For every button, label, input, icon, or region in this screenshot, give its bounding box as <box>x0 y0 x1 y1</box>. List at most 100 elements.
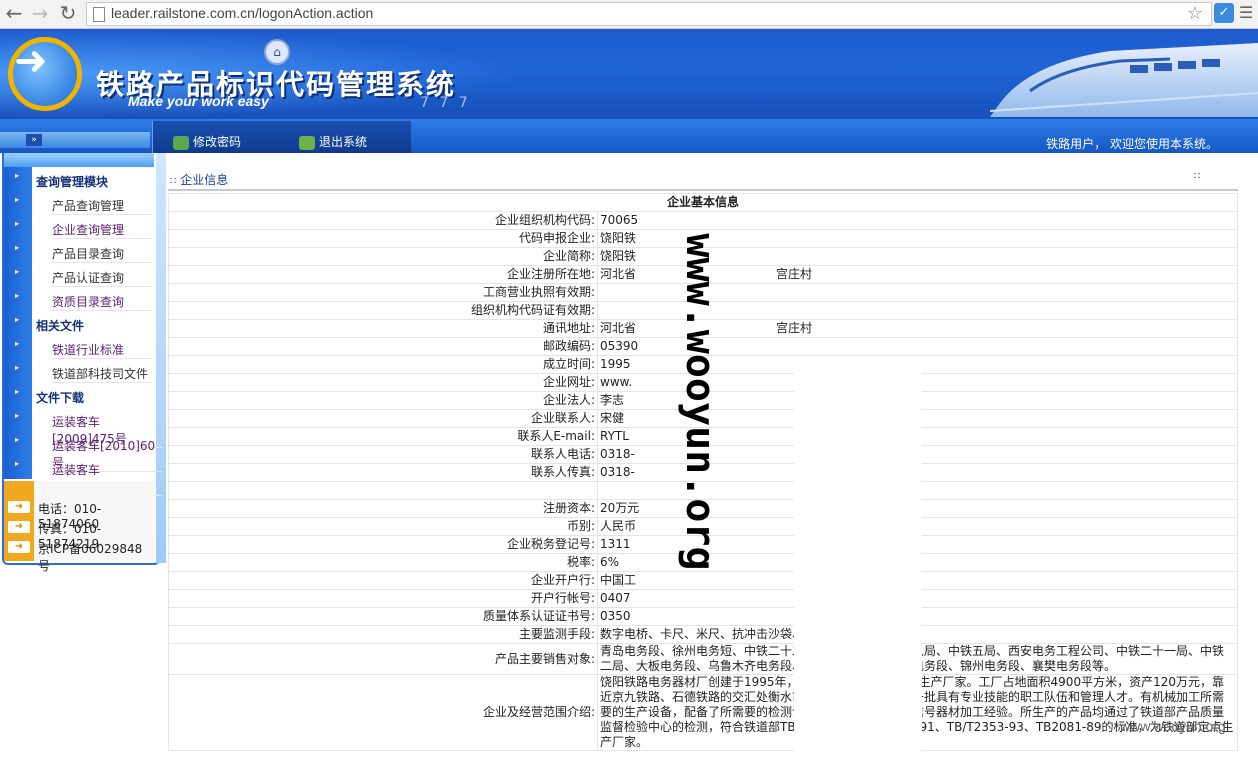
field-value-text: 宋健 <box>600 411 625 425</box>
bullet-icon: ▸ <box>15 363 20 372</box>
table-row: 主要监测手段: 数字电桥、卡尺、米尺、抗冲击沙袋、仪表、 <box>168 625 1238 644</box>
dots-icon: ∷ <box>170 176 177 187</box>
browser-menu-icon[interactable]: ☰ <box>1238 3 1254 23</box>
back-icon[interactable]: ← <box>2 2 26 24</box>
field-value-text: 宫庄村 <box>776 267 813 281</box>
logo-arrow-icon: ➜ <box>14 38 48 84</box>
field-label <box>168 481 598 500</box>
bullet-icon: ▸ <box>15 171 20 180</box>
train-illustration <box>990 43 1258 117</box>
field-value-text: 20万元 <box>600 501 640 515</box>
key-icon <box>173 135 189 150</box>
site-banner: ➜ ⌂ 铁路产品标识代码管理系统 Make your work easy 7 7… <box>0 29 1258 119</box>
forward-icon[interactable]: → <box>28 2 52 24</box>
logout-icon <box>299 135 315 150</box>
tab-bar: 修改密码 退出系统 <box>152 121 411 153</box>
sidebar-item-qualification-query[interactable]: 资质目录查询 <box>52 293 152 311</box>
field-label: 企业网址: <box>168 373 598 392</box>
tab-label: 修改密码 <box>193 135 242 149</box>
bullet-icon: ▸ <box>15 411 20 420</box>
field-label: 企业法人: <box>168 391 598 410</box>
extension-icon[interactable]: ✓ <box>1214 3 1234 23</box>
dots-icon: ∷ <box>1194 171 1201 182</box>
watermark-text: www.wooyun.org <box>677 233 723 571</box>
collapse-sidebar-button[interactable]: » <box>26 134 42 146</box>
bullet-icon: ▸ <box>15 219 20 228</box>
arrow-icon: ➜ <box>8 541 30 553</box>
field-value-text: 人民币 <box>600 519 637 533</box>
field-value-text: RYTL <box>600 429 629 443</box>
tab-change-password[interactable]: 修改密码 <box>173 133 241 151</box>
field-value-text: 0407 <box>600 591 631 605</box>
bookmark-star-icon[interactable]: ☆ <box>1187 3 1203 24</box>
table-row: 企业组织机构代码: 70065 <box>168 211 1238 230</box>
field-value-text: 李志 <box>600 393 625 407</box>
watermark-corner: www.wooyun.org <box>1120 718 1226 734</box>
table-row: 开户行帐号: 0407 <box>168 589 1238 608</box>
tab-label: 退出系统 <box>319 135 368 149</box>
arrow-icon: ➜ <box>8 521 30 533</box>
field-value-text: 0318- <box>600 447 635 461</box>
field-label: 企业联系人: <box>168 409 598 428</box>
field-label: 企业注册所在地: <box>168 265 598 284</box>
bullet-icon: ▸ <box>15 339 20 348</box>
field-value-text: 饶阳铁 <box>600 231 637 245</box>
bullet-icon: ▸ <box>15 291 20 300</box>
bullet-icon: ▸ <box>15 315 20 324</box>
section-title: ∷ 企业信息 <box>170 171 228 188</box>
address-bar[interactable]: leader.railstone.com.cn/logonAction.acti… <box>86 2 1212 26</box>
field-value-text: 饶阳铁 <box>600 249 637 263</box>
field-label: 通讯地址: <box>168 319 598 338</box>
field-label: 联系人传真: <box>168 463 598 482</box>
sidebar-item-industry-standard[interactable]: 铁道行业标准 <box>52 341 152 359</box>
field-value-text: 05390 <box>600 339 639 353</box>
field-value-text: 宫庄村 <box>776 321 813 335</box>
field-label: 企业开户行: <box>168 571 598 590</box>
browser-toolbar: ← → ↻ leader.railstone.com.cn/logonActio… <box>0 0 1258 29</box>
page-icon <box>93 7 105 22</box>
sidebar-section-query: 查询管理模块 <box>36 175 109 189</box>
field-label: 开户行帐号: <box>168 589 598 608</box>
welcome-text: 铁路用户， 欢迎您使用本系统。 <box>1046 137 1218 151</box>
bullet-icon: ▸ <box>15 267 20 276</box>
field-label: 联系人E-mail: <box>168 427 598 446</box>
home-icon[interactable]: ⌂ <box>264 39 290 65</box>
field-label: 主要监测手段: <box>168 625 598 644</box>
table-row: 企业开户行: 中国工 <box>168 571 1238 590</box>
sidebar-item-catalog-query[interactable]: 产品目录查询 <box>52 245 152 263</box>
bullet-icon: ▸ <box>15 243 20 252</box>
sidebar-item-certification-query[interactable]: 产品认证查询 <box>52 269 152 287</box>
sidebar-section-downloads: 文件下载 <box>36 391 85 405</box>
sidebar-item-enterprise-query[interactable]: 企业查询管理 <box>52 221 152 239</box>
sales-row: 产品主要销售对象:青岛电务段、徐州电务短、中铁二十二局、中铁九局、中铁八局、中铁… <box>168 643 1238 675</box>
field-value: 70065 <box>597 211 1238 230</box>
field-value-text: 河北省 <box>600 321 637 335</box>
bullet-icon: ▸ <box>15 459 20 468</box>
section-title-text: 企业信息 <box>180 173 229 187</box>
scope-row: 企业及经营范围介绍: 饶阳铁路电务器材厂创建于1995年，是一家铁路专用器材的生产… <box>168 674 1238 751</box>
bullet-icon: ▸ <box>15 195 20 204</box>
url-text[interactable]: leader.railstone.com.cn/logonAction.acti… <box>111 5 373 21</box>
arrow-icon: ➜ <box>8 501 30 513</box>
banner-decoration: 7 7 7 <box>420 95 471 111</box>
nav-bar: » 修改密码 退出系统 铁路用户， 欢迎您使用本系统。 <box>0 119 1258 153</box>
field-label: 成立时间: <box>168 355 598 374</box>
tab-logout[interactable]: 退出系统 <box>299 133 367 151</box>
reload-icon[interactable]: ↻ <box>56 2 80 24</box>
field-label: 产品主要销售对象: <box>168 643 598 675</box>
sidebar-item-product-query[interactable]: 产品查询管理 <box>52 197 152 215</box>
field-label: 注册资本: <box>168 499 598 518</box>
field-label: 企业组织机构代码: <box>168 211 598 230</box>
icp-number: 京ICP备06029848号 <box>38 542 143 573</box>
field-label: 税率: <box>168 553 598 572</box>
field-value-text: 0318- <box>600 465 635 479</box>
field-label: 邮政编码: <box>168 337 598 356</box>
field-value-text: 0350 <box>600 609 631 623</box>
field-value-text: 6% <box>600 555 620 569</box>
field-label: 质量体系认证证书号: <box>168 607 598 626</box>
field-label: 组织机构代码证有效期: <box>168 301 598 320</box>
field-label: 联系人电话: <box>168 445 598 464</box>
field-value-text: 中国工 <box>600 573 637 587</box>
sidebar-item-ministry-files[interactable]: 铁道部科技司文件 <box>52 365 152 383</box>
sidebar: ▸ 查询管理模块 ▸ 产品查询管理 ▸ 企业查询管理 ▸ 产品目录查询 ▸ 产品… <box>0 153 166 736</box>
